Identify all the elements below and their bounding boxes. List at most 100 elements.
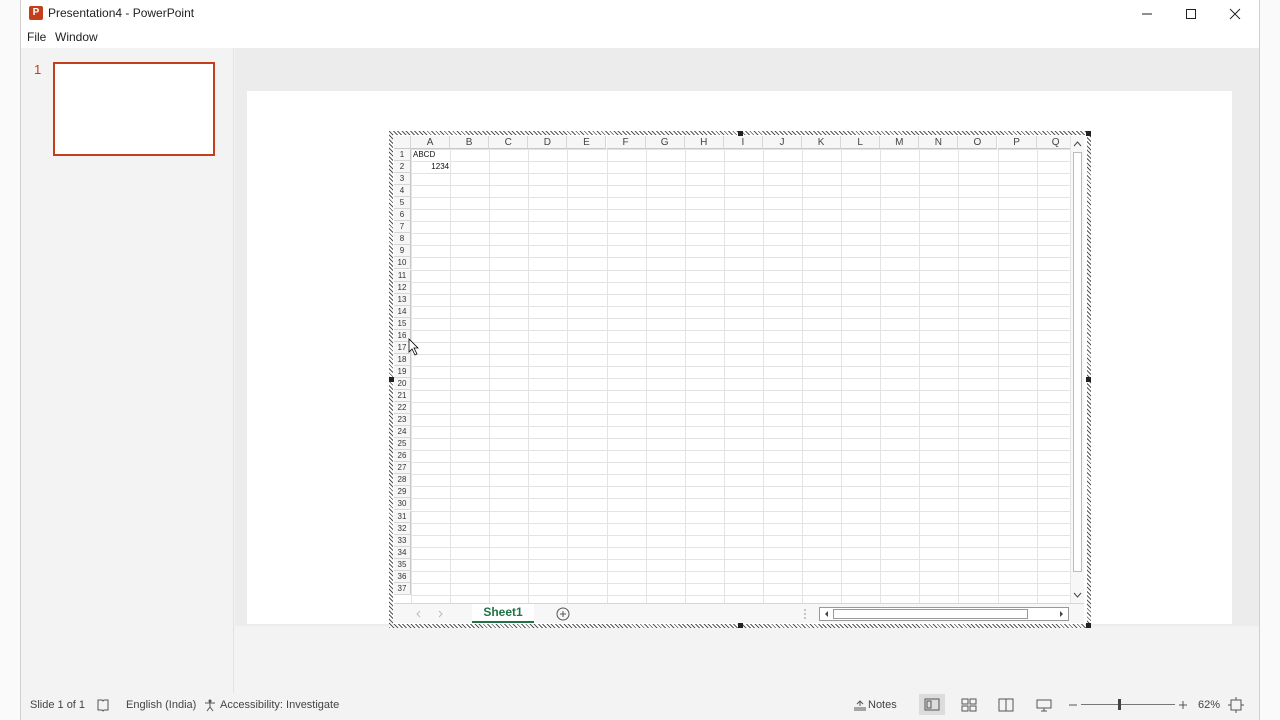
maximize-button[interactable] bbox=[1169, 0, 1213, 28]
normal-view-icon bbox=[924, 698, 940, 711]
row-header-8[interactable]: 8 bbox=[394, 233, 411, 246]
slide-number: 1 bbox=[34, 62, 42, 77]
row-header-14[interactable]: 14 bbox=[394, 305, 411, 318]
mouse-cursor-icon bbox=[408, 338, 419, 356]
slide-sorter-icon[interactable] bbox=[961, 698, 977, 712]
column-header-h[interactable]: H bbox=[684, 136, 724, 149]
row-header-28[interactable]: 28 bbox=[394, 474, 411, 487]
resize-handle[interactable] bbox=[1086, 131, 1091, 136]
accessibility-status[interactable]: Accessibility: Investigate bbox=[220, 699, 339, 711]
slideshow-icon[interactable] bbox=[1036, 698, 1052, 712]
horizontal-scrollbar[interactable] bbox=[819, 607, 1069, 621]
column-header-p[interactable]: P bbox=[997, 136, 1037, 149]
menu-window[interactable]: Window bbox=[55, 30, 98, 44]
sheet-nav-arrows-icon bbox=[416, 610, 443, 618]
zoom-level[interactable]: 62% bbox=[1198, 699, 1220, 711]
row-header-22[interactable]: 22 bbox=[394, 402, 411, 415]
row-header-21[interactable]: 21 bbox=[394, 390, 411, 402]
scroll-up-icon bbox=[1073, 141, 1082, 147]
row-header-32[interactable]: 32 bbox=[394, 522, 411, 535]
close-icon bbox=[1229, 8, 1241, 20]
row-header-33[interactable]: 33 bbox=[394, 534, 411, 547]
column-header-e[interactable]: E bbox=[567, 136, 607, 149]
title-bar: P Presentation4 - PowerPoint bbox=[21, 0, 1259, 28]
column-header-q[interactable]: Q bbox=[1036, 136, 1070, 149]
normal-view-button[interactable] bbox=[919, 694, 945, 715]
row-header-30[interactable]: 30 bbox=[394, 498, 411, 511]
resize-handle[interactable] bbox=[1086, 623, 1091, 628]
column-header-m[interactable]: M bbox=[880, 136, 920, 149]
row-header-27[interactable]: 27 bbox=[394, 462, 411, 475]
worksheet-grid[interactable]: A B C D E F G H I J K L M N O P Q 1 2 3 4 5 6 7 8 9 10 11 12 13 14 15 16… bbox=[394, 136, 1070, 603]
cell-a2[interactable]: 1234 bbox=[413, 161, 449, 173]
row-header-13[interactable]: 13 bbox=[394, 293, 411, 306]
column-header-i[interactable]: I bbox=[723, 136, 763, 149]
menu-file[interactable]: File bbox=[27, 30, 46, 44]
accessibility-icon[interactable] bbox=[203, 698, 217, 712]
row-header-4[interactable]: 4 bbox=[394, 185, 411, 198]
column-header-g[interactable]: G bbox=[645, 136, 685, 149]
splitter-icon[interactable] bbox=[802, 607, 808, 621]
column-header-d[interactable]: D bbox=[528, 136, 568, 149]
cell-a1[interactable]: ABCD bbox=[413, 149, 449, 161]
column-header-l[interactable]: L bbox=[841, 136, 881, 149]
vertical-scroll-thumb[interactable] bbox=[1073, 152, 1082, 572]
row-header-19[interactable]: 19 bbox=[394, 365, 411, 378]
reading-view-icon[interactable] bbox=[998, 698, 1014, 712]
select-all-corner[interactable] bbox=[394, 136, 411, 149]
horizontal-scroll-thumb[interactable] bbox=[833, 609, 1028, 619]
row-header-1[interactable]: 1 bbox=[394, 149, 411, 161]
row-header-29[interactable]: 29 bbox=[394, 486, 411, 499]
zoom-out-icon[interactable] bbox=[1068, 700, 1078, 710]
notes-icon[interactable] bbox=[852, 698, 868, 712]
row-header-9[interactable]: 9 bbox=[394, 245, 411, 258]
column-header-f[interactable]: F bbox=[606, 136, 646, 149]
column-header-c[interactable]: C bbox=[489, 136, 529, 149]
scroll-right-icon bbox=[1060, 611, 1063, 617]
row-header-36[interactable]: 36 bbox=[394, 570, 411, 583]
resize-handle[interactable] bbox=[738, 623, 743, 628]
slide-thumbnail[interactable] bbox=[53, 62, 215, 156]
column-header-b[interactable]: B bbox=[450, 136, 490, 149]
row-header-3[interactable]: 3 bbox=[394, 173, 411, 186]
zoom-slider-thumb[interactable] bbox=[1118, 699, 1121, 710]
row-header-2[interactable]: 2 bbox=[394, 161, 411, 174]
row-header-12[interactable]: 12 bbox=[394, 281, 411, 294]
gridlines bbox=[411, 149, 1070, 603]
embedded-workbook[interactable]: A B C D E F G H I J K L M N O P Q 1 2 3 4 5 6 7 8 9 10 11 12 13 14 15 16… bbox=[389, 131, 1091, 628]
language-indicator[interactable]: English (India) bbox=[126, 699, 196, 711]
row-header-6[interactable]: 6 bbox=[394, 209, 411, 222]
zoom-in-icon[interactable] bbox=[1178, 700, 1188, 710]
row-header-25[interactable]: 25 bbox=[394, 438, 411, 451]
row-header-10[interactable]: 10 bbox=[394, 257, 411, 270]
minimize-button[interactable] bbox=[1125, 0, 1169, 28]
row-header-23[interactable]: 23 bbox=[394, 414, 411, 427]
column-header-j[interactable]: J bbox=[762, 136, 802, 149]
row-header-31[interactable]: 31 bbox=[394, 510, 411, 523]
column-header-a[interactable]: A bbox=[411, 136, 451, 149]
resize-handle[interactable] bbox=[1086, 377, 1091, 382]
row-header-11[interactable]: 11 bbox=[394, 269, 411, 282]
column-header-k[interactable]: K bbox=[802, 136, 842, 149]
vertical-scrollbar[interactable] bbox=[1070, 136, 1084, 603]
slide-thumbnail-pane: 1 bbox=[21, 48, 234, 693]
powerpoint-window: P Presentation4 - PowerPoint File Window… bbox=[0, 0, 1280, 720]
fit-to-window-icon[interactable] bbox=[1228, 697, 1244, 713]
row-header-20[interactable]: 20 bbox=[394, 377, 411, 390]
row-header-24[interactable]: 24 bbox=[394, 426, 411, 439]
column-header-o[interactable]: O bbox=[958, 136, 998, 149]
row-header-34[interactable]: 34 bbox=[394, 546, 411, 559]
notes-button[interactable]: Notes bbox=[868, 699, 897, 711]
row-header-15[interactable]: 15 bbox=[394, 317, 411, 330]
zoom-slider[interactable] bbox=[1081, 704, 1175, 705]
row-header-5[interactable]: 5 bbox=[394, 197, 411, 210]
row-header-37[interactable]: 37 bbox=[394, 582, 411, 595]
column-header-n[interactable]: N bbox=[919, 136, 959, 149]
row-header-7[interactable]: 7 bbox=[394, 221, 411, 234]
sheet-tab-sheet1[interactable]: Sheet1 bbox=[472, 604, 534, 623]
spell-check-book-icon[interactable] bbox=[96, 698, 110, 712]
close-button[interactable] bbox=[1213, 0, 1257, 28]
row-header-35[interactable]: 35 bbox=[394, 558, 411, 571]
row-header-26[interactable]: 26 bbox=[394, 450, 411, 463]
plus-circle-icon[interactable] bbox=[555, 606, 571, 622]
